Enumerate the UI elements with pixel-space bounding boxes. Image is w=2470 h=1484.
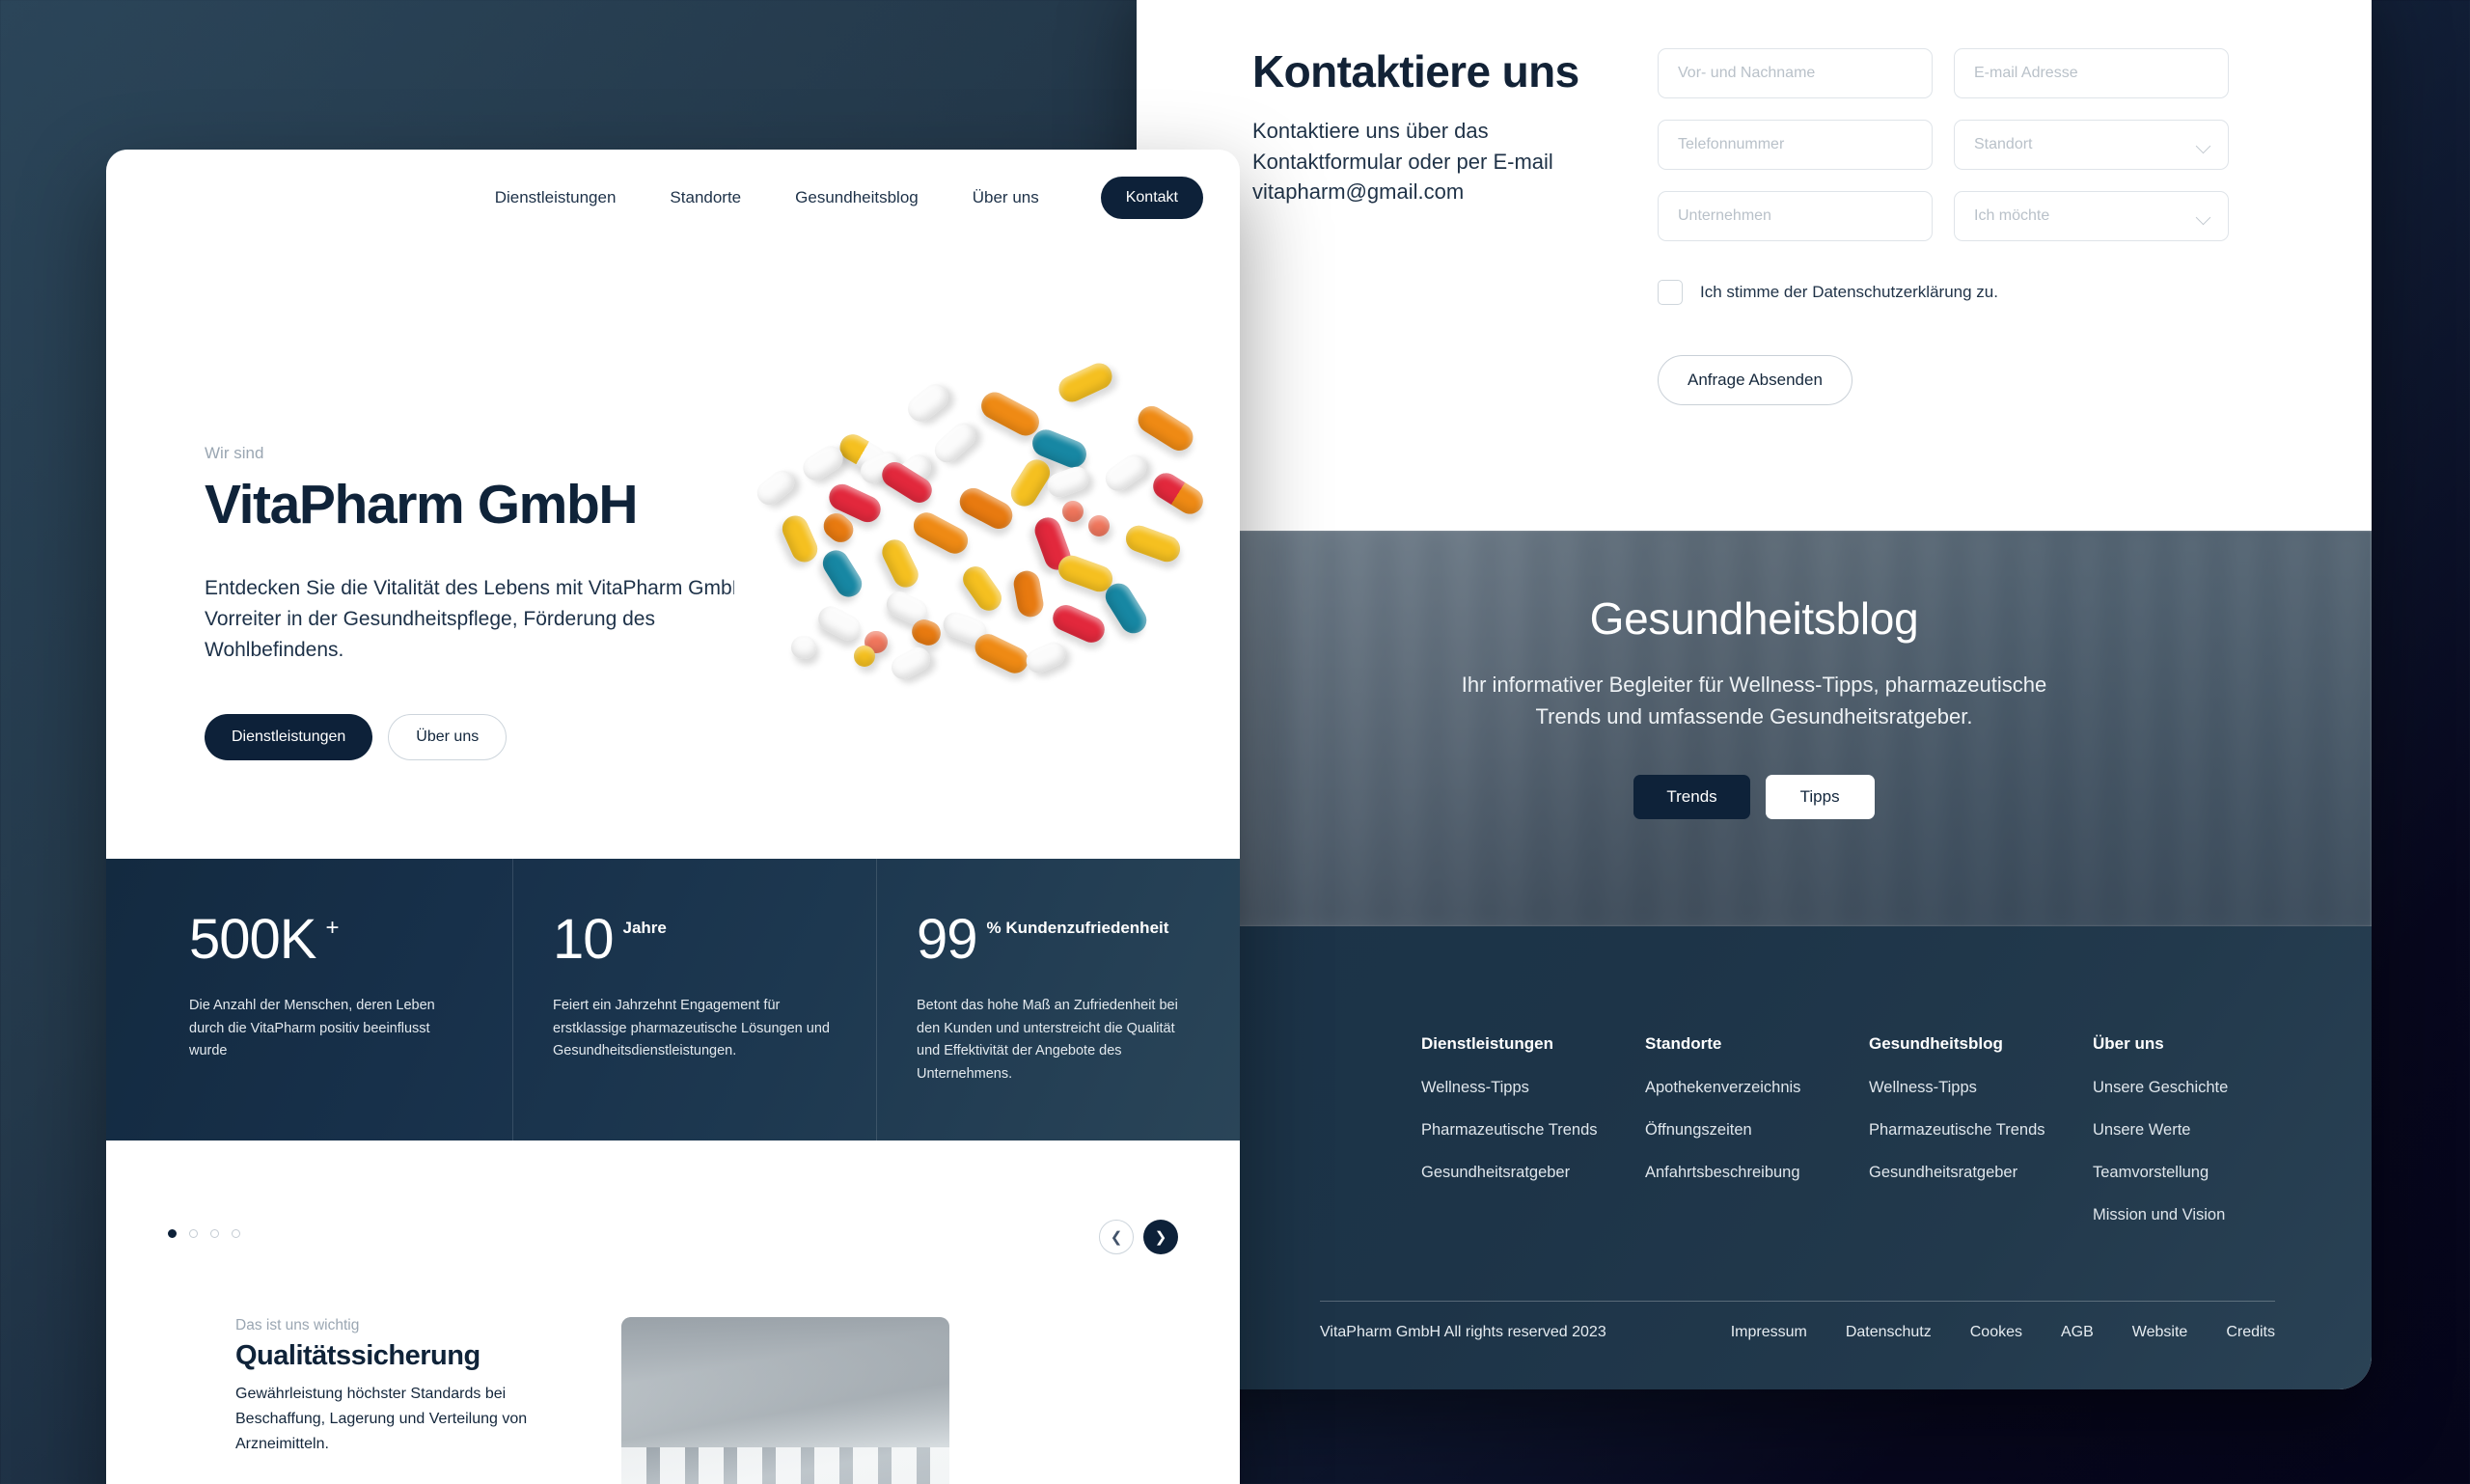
nav-link-dienstleistungen[interactable]: Dienstleistungen bbox=[495, 188, 617, 207]
footer-link[interactable]: Wellness-Tipps bbox=[1869, 1079, 2093, 1097]
footer-legal-link-credits[interactable]: Credits bbox=[2226, 1324, 2275, 1341]
consent-label: Ich stimme der Datenschutzerklärung zu. bbox=[1700, 283, 1998, 301]
email-field[interactable]: E-mail Adresse bbox=[1954, 48, 2229, 98]
footer-column-dienstleistungen: Dienstleistungen Wellness-Tipps Pharmaze… bbox=[1421, 1034, 1645, 1249]
footer-column-standorte: Standorte Apothekenverzeichnis Öffnungsz… bbox=[1645, 1034, 1869, 1249]
carousel-dot-1[interactable] bbox=[168, 1229, 177, 1238]
footer-legal-link-impressum[interactable]: Impressum bbox=[1731, 1324, 1807, 1341]
nav-link-ueber-uns[interactable]: Über uns bbox=[973, 188, 1039, 207]
laboratory-vials-photo bbox=[621, 1317, 949, 1484]
footer-link[interactable]: Öffnungszeiten bbox=[1645, 1121, 1869, 1140]
nav-link-standorte[interactable]: Standorte bbox=[670, 188, 741, 207]
homepage-card: Dienstleistungen Standorte Gesundheitsbl… bbox=[106, 150, 1240, 1484]
contact-form-fields: Vor- und Nachname E-mail Adresse Telefon… bbox=[1658, 48, 2275, 241]
stat-number: 10 bbox=[553, 908, 615, 971]
contact-form: Vor- und Nachname E-mail Adresse Telefon… bbox=[1658, 48, 2275, 405]
footer-column-title: Standorte bbox=[1645, 1034, 1722, 1053]
footer-column-gesundheitsblog: Gesundheitsblog Wellness-Tipps Pharmazeu… bbox=[1869, 1034, 2093, 1249]
intent-select[interactable]: Ich möchte bbox=[1954, 191, 2229, 241]
copyright-text: VitaPharm GmbH All rights reserved 2023 bbox=[1320, 1324, 1606, 1340]
full-name-field[interactable]: Vor- und Nachname bbox=[1658, 48, 1933, 98]
blog-tipps-button[interactable]: Tipps bbox=[1765, 775, 1875, 820]
footer-column-title: Dienstleistungen bbox=[1421, 1034, 1553, 1053]
stat-number: 99 bbox=[917, 908, 978, 971]
carousel-dot-3[interactable] bbox=[210, 1229, 219, 1238]
contact-subtitle: Kontaktiere uns über das Kontaktformular… bbox=[1252, 119, 1553, 204]
submit-request-button[interactable]: Anfrage Absenden bbox=[1658, 355, 1852, 405]
hero-ueber-uns-button[interactable]: Über uns bbox=[388, 713, 508, 760]
consent-checkbox[interactable] bbox=[1658, 280, 1683, 305]
stat-description: Feiert ein Jahrzehnt Engagement für erst… bbox=[553, 998, 830, 1059]
nav-link-gesundheitsblog[interactable]: Gesundheitsblog bbox=[795, 188, 919, 207]
footer-link[interactable]: Mission und Vision bbox=[2093, 1206, 2317, 1224]
contact-intro: Kontaktiere uns Kontaktiere uns über das… bbox=[1252, 48, 1658, 405]
carousel-dots bbox=[168, 1229, 1178, 1238]
contact-blog-footer-card: Kontaktiere uns Kontaktiere uns über das… bbox=[1137, 0, 2372, 1389]
footer-divider bbox=[1320, 1301, 2275, 1302]
stat-unit: Jahre bbox=[622, 919, 667, 937]
footer-link[interactable]: Gesundheitsratgeber bbox=[1869, 1164, 2093, 1182]
carousel-dot-2[interactable] bbox=[189, 1229, 198, 1238]
footer-legal-links: Impressum Datenschutz Cookes AGB Website… bbox=[1731, 1324, 2275, 1341]
footer-link[interactable]: Gesundheitsratgeber bbox=[1421, 1164, 1645, 1182]
stats-section: 500K + Die Anzahl der Menschen, deren Le… bbox=[106, 859, 1240, 1195]
hero-description: Entdecken Sie die Vitalität des Lebens m… bbox=[205, 577, 764, 661]
footer-link[interactable]: Pharmazeutische Trends bbox=[1421, 1121, 1645, 1140]
footer-legal-link-agb[interactable]: AGB bbox=[2061, 1324, 2094, 1341]
consent-row: Ich stimme der Datenschutzerklärung zu. bbox=[1658, 280, 2275, 305]
phone-field[interactable]: Telefonnummer bbox=[1658, 120, 1933, 170]
footer-link[interactable]: Teamvorstellung bbox=[2093, 1164, 2317, 1182]
blog-buttons: Trends Tipps bbox=[1137, 775, 2372, 820]
footer-link[interactable]: Apothekenverzeichnis bbox=[1645, 1079, 1869, 1097]
footer-link[interactable]: Unsere Geschichte bbox=[2093, 1079, 2317, 1097]
contact-title: Kontaktiere uns bbox=[1252, 46, 1579, 96]
carousel-dot-4[interactable] bbox=[232, 1229, 240, 1238]
hero-section: Wir sind VitaPharm GmbH Entdecken Sie di… bbox=[106, 246, 1240, 859]
stat-description: Die Anzahl der Menschen, deren Leben dur… bbox=[189, 998, 435, 1059]
contact-section: Kontaktiere uns Kontaktiere uns über das… bbox=[1137, 0, 2372, 531]
chevron-right-icon[interactable]: ❯ bbox=[1143, 1220, 1178, 1254]
footer-link[interactable]: Pharmazeutische Trends bbox=[1869, 1121, 2093, 1140]
hero-dienstleistungen-button[interactable]: Dienstleistungen bbox=[205, 713, 373, 760]
stat-description: Betont das hohe Maß an Zufriedenheit bei… bbox=[917, 998, 1178, 1082]
footer-link[interactable]: Anfahrtsbeschreibung bbox=[1645, 1164, 1869, 1182]
footer-legal-link-datenschutz[interactable]: Datenschutz bbox=[1846, 1324, 1932, 1341]
site-footer: Dienstleistungen Wellness-Tipps Pharmaze… bbox=[1137, 926, 2372, 1389]
stat-item-satisfaction: 99 % Kundenzufriedenheit Betont das hohe… bbox=[876, 859, 1240, 1195]
blog-trends-button[interactable]: Trends bbox=[1633, 775, 1750, 820]
stat-unit: % Kundenzufriedenheit bbox=[986, 919, 1169, 937]
footer-column-title: Gesundheitsblog bbox=[1869, 1034, 2003, 1053]
blog-title: Gesundheitsblog bbox=[1589, 593, 1919, 644]
hero-eyebrow: Wir sind bbox=[205, 444, 264, 462]
blog-hero-section: Gesundheitsblog Ihr informativer Begleit… bbox=[1137, 531, 2372, 926]
stat-item-reach: 500K + Die Anzahl der Menschen, deren Le… bbox=[106, 908, 512, 1140]
company-field[interactable]: Unternehmen bbox=[1658, 191, 1933, 241]
footer-link[interactable]: Wellness-Tipps bbox=[1421, 1079, 1645, 1097]
footer-legal-link-website[interactable]: Website bbox=[2132, 1324, 2188, 1341]
page-title: VitaPharm GmbH bbox=[205, 474, 639, 536]
quality-block: Das ist uns wichtig Qualitätssicherung G… bbox=[168, 1238, 1178, 1484]
footer-column-title: Über uns bbox=[2093, 1034, 2164, 1053]
main-navigation: Dienstleistungen Standorte Gesundheitsbl… bbox=[106, 150, 1240, 246]
footer-legal-link-cookes[interactable]: Cookes bbox=[1970, 1324, 2022, 1341]
chevron-left-icon[interactable]: ❮ bbox=[1099, 1220, 1134, 1254]
stat-number: 500K bbox=[189, 908, 316, 971]
stat-item-years: 10 Jahre Feiert ein Jahrzehnt Engagement… bbox=[512, 859, 876, 1195]
footer-column-ueber-uns: Über uns Unsere Geschichte Unsere Werte … bbox=[2093, 1034, 2317, 1249]
location-select[interactable]: Standort bbox=[1954, 120, 2229, 170]
footer-link[interactable]: Unsere Werte bbox=[2093, 1121, 2317, 1140]
carousel-section: ❮ ❯ Das ist uns wichtig Qualitätssicheru… bbox=[106, 1140, 1240, 1484]
quality-description: Gewährleistung höchster Standards bei Be… bbox=[235, 1386, 528, 1452]
stat-superscript: + bbox=[325, 915, 340, 941]
nav-kontakt-button[interactable]: Kontakt bbox=[1100, 177, 1203, 219]
quality-title: Qualitätssicherung bbox=[235, 1340, 480, 1371]
quality-eyebrow: Das ist uns wichtig bbox=[235, 1317, 360, 1333]
blog-subtitle: Ihr informativer Begleiter für Wellness-… bbox=[1461, 673, 2047, 728]
